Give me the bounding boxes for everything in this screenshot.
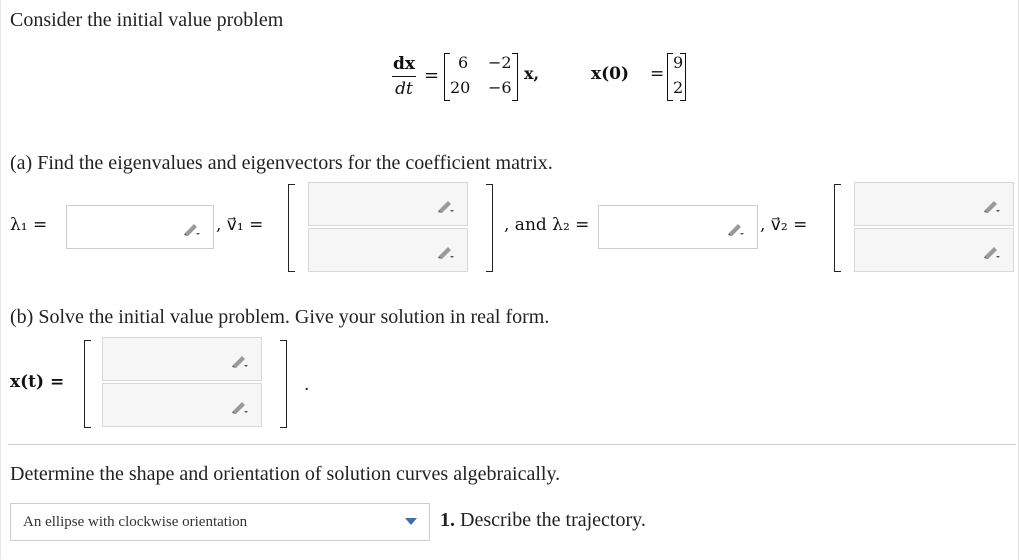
shape-prompt: Determine the shape and orientation of s… xyxy=(10,463,561,485)
x-right-bracket xyxy=(280,340,287,428)
derivative-numerator: dx xyxy=(392,54,416,74)
pencil-icon xyxy=(232,402,248,414)
v1-input-2[interactable] xyxy=(308,228,468,272)
pencil-icon xyxy=(232,356,248,368)
and-lambda2-text: , and λ₂ = xyxy=(504,215,590,235)
equals-sign: = xyxy=(424,65,440,86)
pencil-icon xyxy=(984,247,1000,259)
v1-label: , v⃗₁ = xyxy=(216,215,264,235)
trajectory-select[interactable]: An ellipse with clockwise orientation xyxy=(10,503,430,541)
initial-condition-label: x(0) xyxy=(591,64,629,84)
ic-right-bracket xyxy=(680,53,686,101)
matrix-right-bracket xyxy=(512,53,518,101)
chevron-down-icon xyxy=(405,518,417,525)
derivative-fraction: dx dt xyxy=(392,54,416,99)
section-divider xyxy=(8,444,1016,445)
v2-input-1[interactable] xyxy=(854,182,1014,226)
pencil-icon xyxy=(438,201,454,213)
x-t-label: x(t) = xyxy=(10,372,65,392)
derivative-denominator: dt xyxy=(395,79,413,99)
period: . xyxy=(304,375,310,395)
v2-label: , v⃗₂ = xyxy=(760,215,808,235)
trajectory-question: 1. Describe the trajectory. xyxy=(440,509,646,532)
v2-left-bracket xyxy=(834,184,841,272)
intro-text: Consider the initial value problem xyxy=(10,9,284,31)
v2-input-2[interactable] xyxy=(854,228,1014,272)
x-vector-label: x, xyxy=(524,64,540,83)
matrix-a11: 6 xyxy=(458,53,469,72)
v1-right-bracket xyxy=(486,184,493,272)
part-a-prompt: (a) Find the eigenvalues and eigenvector… xyxy=(10,152,553,174)
ic-equals-sign: = xyxy=(650,64,665,84)
matrix-a22: −6 xyxy=(488,78,512,97)
and-lambda2-label: , and λ₂ = xyxy=(504,215,589,235)
lambda2-input[interactable] xyxy=(598,205,758,249)
matrix-a21: 20 xyxy=(450,78,471,97)
lambda1-label: λ₁ = xyxy=(10,215,48,235)
trajectory-question-text: 1. Describe the trajectory. xyxy=(440,509,646,531)
lambda1-input[interactable] xyxy=(66,205,214,249)
v1-input-1[interactable] xyxy=(308,182,468,226)
v1-left-bracket xyxy=(288,184,295,272)
x-left-bracket xyxy=(84,340,91,428)
ic-label-text: x(0) xyxy=(591,64,630,84)
x-input-1[interactable] xyxy=(102,337,262,381)
x-input-2[interactable] xyxy=(102,383,262,427)
trajectory-select-value: An ellipse with clockwise orientation xyxy=(23,514,248,530)
pencil-icon xyxy=(984,201,1000,213)
pencil-icon xyxy=(184,224,200,236)
pencil-icon xyxy=(728,224,744,236)
pencil-icon xyxy=(438,247,454,259)
part-b-prompt: (b) Solve the initial value problem. Giv… xyxy=(10,306,550,328)
matrix-a12: −2 xyxy=(488,53,512,72)
